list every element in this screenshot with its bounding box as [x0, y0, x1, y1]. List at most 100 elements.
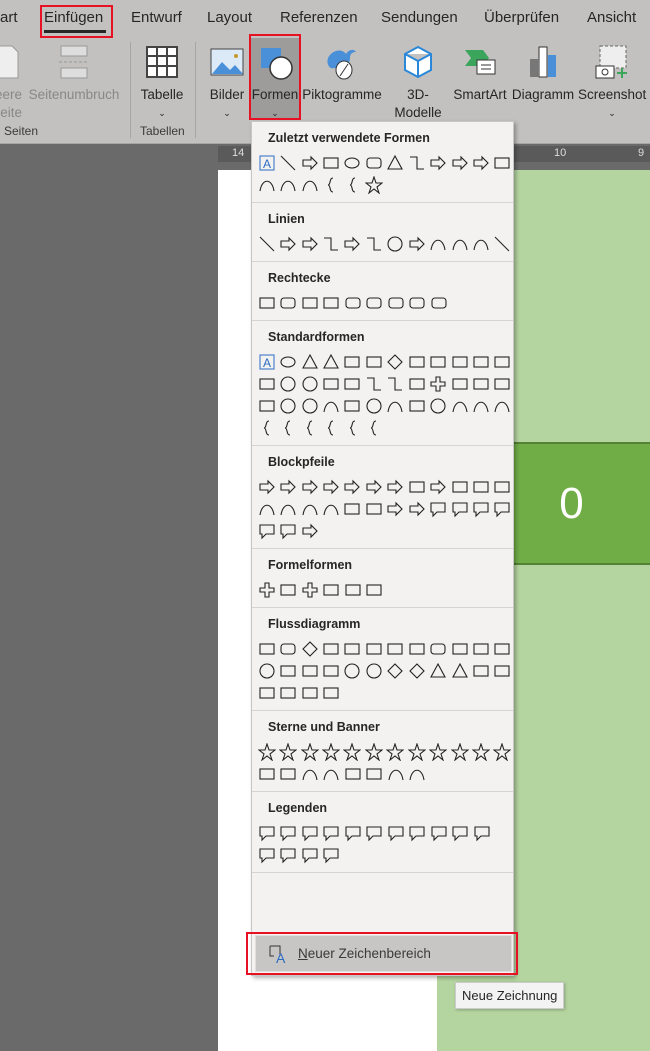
shape-parallelogram-icon[interactable]	[342, 352, 363, 373]
shape-scroll-h-icon[interactable]	[364, 764, 386, 785]
shape-decagon-icon[interactable]	[492, 352, 513, 373]
shape-accent-callout4-icon[interactable]	[256, 845, 278, 866]
shape-alt-process-icon[interactable]	[277, 639, 298, 660]
shape-elbow-double-icon[interactable]	[363, 234, 384, 255]
shape-curve-connector-icon[interactable]	[385, 234, 406, 255]
shape-explosion2-icon[interactable]	[277, 742, 298, 763]
shape-folded-icon[interactable]	[342, 396, 363, 417]
shape-textbox-icon[interactable]: A	[256, 153, 277, 174]
shape-quad-callout-icon[interactable]	[278, 521, 300, 542]
shape-freeform-icon[interactable]	[256, 175, 278, 196]
shape-pie-icon[interactable]	[277, 374, 298, 395]
shape-no-symbol-icon[interactable]	[299, 396, 320, 417]
shape-data-icon[interactable]	[320, 639, 341, 660]
shape-process-icon[interactable]	[256, 639, 277, 660]
table-button[interactable]: Tabelle ⌄	[138, 38, 186, 122]
shape-freeform-icon[interactable]	[470, 234, 491, 255]
shape-chevron-icon[interactable]	[406, 499, 427, 520]
shape-sort-icon[interactable]	[406, 661, 427, 682]
shape-border-callout3-icon[interactable]	[321, 845, 343, 866]
shape-cross-icon[interactable]	[427, 374, 448, 395]
shape-punched-tape-icon[interactable]	[320, 661, 341, 682]
shape-circular-arrow-icon[interactable]	[299, 521, 321, 542]
shape-star5-icon[interactable]	[320, 742, 341, 763]
screenshot-button[interactable]: Screenshot ⌄	[578, 38, 646, 122]
shape-equal-icon[interactable]	[342, 580, 364, 601]
shape-plus-icon[interactable]	[256, 580, 278, 601]
shape-callout-cloud-icon[interactable]	[321, 823, 343, 844]
blank-page-button[interactable]: eere eite	[0, 38, 22, 122]
shape-cloud-icon[interactable]	[470, 396, 491, 417]
shape-double-arrow-icon[interactable]	[299, 234, 320, 255]
shape-scribble-icon[interactable]	[492, 234, 513, 255]
shape-merge-icon[interactable]	[449, 661, 470, 682]
shape-sequential-icon[interactable]	[256, 683, 278, 704]
shape-sun-icon[interactable]	[427, 396, 448, 417]
shape-internal-storage-icon[interactable]	[363, 639, 384, 660]
shape-arc-icon[interactable]	[492, 396, 513, 417]
shape-callout-oval-icon[interactable]	[299, 823, 321, 844]
shape-brace-pair-icon[interactable]	[278, 418, 300, 439]
shape-star4-icon[interactable]	[299, 742, 320, 763]
shape-round2-icon[interactable]	[385, 293, 407, 314]
shape-diamond-icon[interactable]	[385, 352, 406, 373]
shape-left-right-arrow-icon[interactable]	[342, 477, 363, 498]
shape-up-down-callout-icon[interactable]	[256, 521, 278, 542]
shape-scroll-v-icon[interactable]	[342, 764, 364, 785]
shape-bracket-pair-icon[interactable]	[256, 418, 278, 439]
shape-bent-arrow-icon[interactable]	[427, 477, 448, 498]
shape-curve-double-icon[interactable]	[427, 234, 448, 255]
shape-cube-icon[interactable]	[492, 374, 513, 395]
shape-down-callout-icon[interactable]	[449, 499, 470, 520]
shape-delay-icon[interactable]	[492, 661, 513, 682]
shape-donut-icon[interactable]	[277, 396, 298, 417]
shape-roundrect-icon[interactable]	[428, 293, 450, 314]
shape-rect-icon[interactable]	[256, 293, 278, 314]
shape-curved-down-icon[interactable]	[320, 499, 341, 520]
shape-curved-left-icon[interactable]	[277, 499, 298, 520]
shape-pentagon-arrow-icon[interactable]	[385, 499, 406, 520]
shape-left-arrow-icon[interactable]	[277, 477, 298, 498]
shape-accent-callout2-icon[interactable]	[450, 823, 472, 844]
shape-bracket-right-icon[interactable]	[321, 418, 343, 439]
shape-brace-right-icon[interactable]	[342, 175, 364, 196]
shape-heart-icon[interactable]	[385, 396, 406, 417]
shape-u-turn-icon[interactable]	[449, 477, 470, 498]
shape-collate-icon[interactable]	[385, 661, 406, 682]
shape-callout-rect-icon[interactable]	[256, 823, 278, 844]
shape-border-callout1-icon[interactable]	[278, 845, 300, 866]
shape-elbow-icon[interactable]	[320, 234, 341, 255]
chart-button[interactable]: Diagramm	[510, 38, 576, 104]
shape-right-arrow-icon[interactable]	[449, 153, 470, 174]
new-drawing-canvas-item[interactable]: A Neuer Zeichenbereich	[255, 935, 512, 972]
shape-connector-icon[interactable]	[256, 661, 277, 682]
shape-star32-icon[interactable]	[492, 742, 513, 763]
shape-smiley-icon[interactable]	[363, 396, 384, 417]
shape-plaque-icon[interactable]	[449, 374, 470, 395]
shape-ribbon-down-icon[interactable]	[278, 764, 300, 785]
shape-up-down-arrow-icon[interactable]	[363, 477, 384, 498]
shape-down-arrow-icon[interactable]	[470, 153, 491, 174]
shape-oval-icon[interactable]	[342, 153, 363, 174]
shape-stored-data-icon[interactable]	[470, 661, 491, 682]
shape-accent-callout3-icon[interactable]	[471, 823, 493, 844]
shape-pentagon-icon[interactable]	[406, 352, 427, 373]
shape-round-diag-icon[interactable]	[407, 293, 429, 314]
shape-block-arc-icon[interactable]	[320, 396, 341, 417]
shape-quad-arrow-icon[interactable]	[385, 477, 406, 498]
shape-arrow-line-icon[interactable]	[277, 234, 298, 255]
shape-star16-icon[interactable]	[449, 742, 470, 763]
shape-L-shape-icon[interactable]	[385, 374, 406, 395]
shape-wave-icon[interactable]	[385, 764, 407, 785]
shape-half-frame-icon[interactable]	[363, 374, 384, 395]
3d-models-button[interactable]: 3D- Modelle	[388, 38, 448, 122]
tab-referenzen[interactable]: Referenzen	[280, 9, 358, 26]
shape-callout-round-icon[interactable]	[278, 823, 300, 844]
shape-decision-icon[interactable]	[299, 639, 320, 660]
shape-snip1-icon[interactable]	[299, 293, 321, 314]
shape-diag-stripe-icon[interactable]	[406, 374, 427, 395]
shape-curved-ribbon-down-icon[interactable]	[321, 764, 343, 785]
shape-star7-icon[interactable]	[363, 742, 384, 763]
shape-multidoc-icon[interactable]	[406, 639, 427, 660]
shape-brace-left-icon[interactable]	[342, 418, 364, 439]
